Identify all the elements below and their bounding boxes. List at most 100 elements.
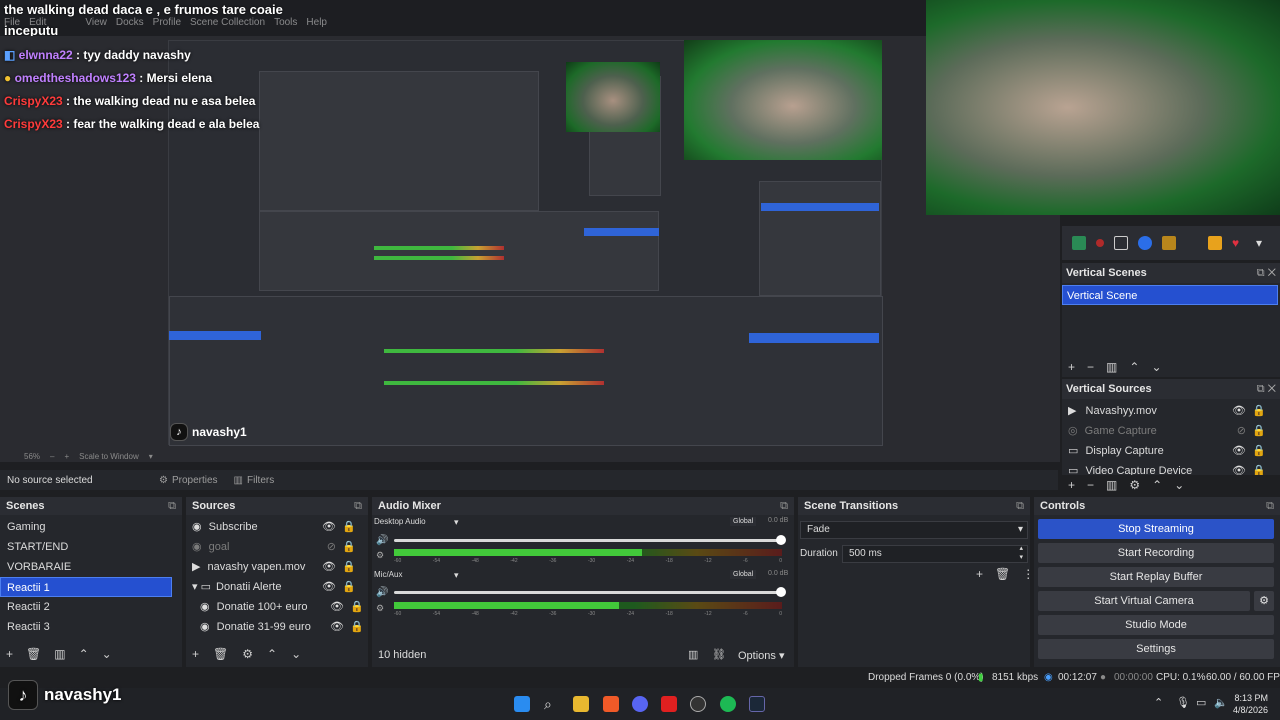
spotify-icon[interactable] — [720, 696, 736, 712]
move-down-icon[interactable]: ⌄ — [102, 647, 112, 661]
menu-docks[interactable]: Docks — [116, 17, 144, 28]
menu-scene-collection[interactable]: Scene Collection — [190, 17, 265, 28]
eye-icon[interactable]: 👁 — [330, 597, 344, 617]
menu-help[interactable]: Help — [306, 17, 327, 28]
menu-file[interactable]: File — [4, 17, 20, 28]
add-icon[interactable]: + — [976, 567, 983, 581]
source-item[interactable]: ◉ goal ⊘ 🔒 — [192, 537, 364, 557]
dock-float-icon[interactable]: ⧉ — [1266, 497, 1274, 515]
source-item[interactable]: ◉ Subscribe 👁 🔒 — [192, 517, 364, 537]
move-down-icon[interactable]: ⌄ — [1151, 360, 1161, 374]
hidden-count[interactable]: 10 hidden — [378, 649, 426, 661]
add-icon[interactable]: + — [1068, 360, 1075, 374]
gear-icon[interactable]: ⚙ — [1129, 478, 1140, 492]
dock-float-icon[interactable]: ⧉ — [780, 497, 788, 515]
brave-icon[interactable] — [603, 696, 619, 712]
scale-to-window[interactable]: Scale to Window — [79, 452, 139, 461]
remove-icon[interactable]: − — [1087, 360, 1094, 374]
chevron-down-icon[interactable]: ▾ — [149, 452, 153, 461]
studio-mode-button[interactable]: Studio Mode — [1038, 615, 1274, 635]
stream-icon[interactable] — [1138, 236, 1152, 250]
eye-icon[interactable]: 👁 — [322, 577, 336, 597]
source-item[interactable]: ◉ Donatie 31-99 euro 👁 🔒 — [200, 617, 364, 637]
link-icon[interactable]: ⛓ — [712, 648, 726, 661]
filters-button[interactable]: ▥ Filters — [234, 475, 275, 486]
zoom-minus-icon[interactable]: – — [50, 452, 54, 461]
eye-hidden-icon[interactable]: ⊘ — [327, 537, 336, 557]
stop-streaming-button[interactable]: Stop Streaming — [1038, 519, 1274, 539]
eye-icon[interactable]: 👁 — [322, 557, 336, 577]
chevron-down-icon[interactable]: ▾ — [454, 517, 459, 528]
zoom-plus-icon[interactable]: + — [64, 452, 69, 461]
properties-button[interactable]: ⚙ Properties — [159, 475, 218, 486]
source-item[interactable]: ▶ navashy vapen.mov 👁 🔒 — [192, 557, 364, 577]
move-down-icon[interactable]: ⌄ — [1174, 478, 1184, 492]
obs-icon[interactable] — [690, 696, 706, 712]
heart-icon[interactable]: ♥ — [1232, 236, 1246, 250]
trash-icon[interactable]: 🗑 — [26, 647, 41, 661]
search-icon[interactable]: ⌕ — [544, 696, 560, 712]
scene-item[interactable]: Reactii 3 — [0, 617, 178, 637]
gear-icon[interactable]: ⚙ — [1254, 591, 1274, 611]
vertical-scene-item[interactable]: Vertical Scene — [1062, 285, 1278, 305]
chevron-down-icon[interactable]: ▾ — [1256, 236, 1270, 250]
windows-start-icon[interactable] — [514, 696, 530, 712]
lock-icon[interactable]: 🔒 — [1252, 461, 1266, 475]
square-icon[interactable] — [1114, 236, 1128, 250]
menu-profile[interactable]: Profile — [153, 17, 181, 28]
start-replay-buffer-button[interactable]: Start Replay Buffer — [1038, 567, 1274, 587]
scene-item[interactable]: Gaming — [0, 517, 178, 537]
dock-float-icon[interactable]: ⧉ — [1016, 497, 1024, 515]
volume-knob-2[interactable] — [776, 587, 786, 597]
add-icon[interactable]: + — [6, 647, 13, 661]
menu-view[interactable]: View — [85, 17, 107, 28]
dock-float-icon[interactable]: ⧉ — [354, 497, 362, 515]
volume-knob-1[interactable] — [776, 535, 786, 545]
volume-fader-1[interactable] — [394, 539, 782, 542]
gear-icon[interactable]: ⚙ — [376, 603, 384, 614]
lock-icon[interactable]: 🔒 — [342, 577, 356, 597]
dock-controls-icon[interactable]: ⧉ ✕ — [1257, 263, 1276, 283]
duration-input[interactable]: 500 ms ▴ ▾ — [842, 545, 1028, 563]
move-down-icon[interactable]: ⌄ — [291, 647, 301, 661]
gamepad-icon[interactable] — [1072, 236, 1086, 250]
vertical-source-item[interactable]: ◎ Game Capture ⊘ 🔒 — [1068, 421, 1274, 441]
chevron-down-icon[interactable]: ▾ — [192, 581, 201, 593]
move-up-icon[interactable]: ⌃ — [79, 647, 89, 661]
settings-button[interactable]: Settings — [1038, 639, 1274, 659]
steam-icon[interactable] — [749, 696, 765, 712]
lock-icon[interactable]: 🔒 — [1252, 441, 1266, 461]
volume-icon[interactable]: 🔈 — [1214, 696, 1228, 709]
move-up-icon[interactable]: ⌃ — [267, 647, 277, 661]
filter-icon[interactable]: ▥ — [1106, 360, 1117, 374]
layout-icon[interactable]: ▥ — [688, 648, 698, 661]
vertical-source-item[interactable]: ▭ Display Capture 👁 🔒 — [1068, 441, 1274, 461]
dock-float-icon[interactable]: ⧉ — [168, 497, 176, 515]
gear-icon[interactable] — [1208, 236, 1222, 250]
lock-icon[interactable]: 🔒 — [350, 597, 364, 617]
source-item[interactable]: ◉ Donatie 100+ euro 👁 🔒 — [200, 597, 364, 617]
eye-icon[interactable]: 👁 — [1232, 401, 1246, 421]
more-icon[interactable]: ⋮ — [1022, 567, 1034, 581]
transition-select[interactable]: Fade ▾ — [800, 521, 1028, 539]
move-up-icon[interactable]: ⌃ — [1129, 360, 1139, 374]
vertical-source-item[interactable]: ▭ Video Capture Device 👁 🔒 — [1068, 461, 1274, 475]
lock-icon[interactable]: 🔒 — [1252, 401, 1266, 421]
discord-icon[interactable] — [632, 696, 648, 712]
speaker-icon[interactable]: 🔊 — [376, 535, 388, 546]
eye-icon[interactable]: 👁 — [1232, 461, 1246, 475]
scene-item[interactable]: VORBARAIE — [0, 557, 178, 577]
dock-controls-icon[interactable]: ⧉ ✕ — [1257, 379, 1276, 399]
lock-icon[interactable]: 🔒 — [342, 517, 356, 537]
lock-icon[interactable]: 🔒 — [1252, 421, 1266, 441]
network-icon[interactable]: ▭ — [1196, 696, 1206, 709]
remove-icon[interactable]: − — [1087, 478, 1094, 492]
record-icon[interactable] — [1096, 239, 1104, 247]
add-icon[interactable]: + — [1068, 478, 1075, 492]
lock-icon[interactable]: 🔒 — [342, 537, 356, 557]
lock-icon[interactable]: 🔒 — [350, 617, 364, 637]
vertical-source-item[interactable]: ▶ Navashyy.mov 👁 🔒 — [1068, 401, 1274, 421]
eye-icon[interactable]: 👁 — [322, 517, 336, 537]
spinner-icon[interactable]: ▴ ▾ — [1019, 544, 1023, 562]
zoom-controls[interactable]: 56% – + Scale to Window ▾ — [24, 452, 153, 461]
